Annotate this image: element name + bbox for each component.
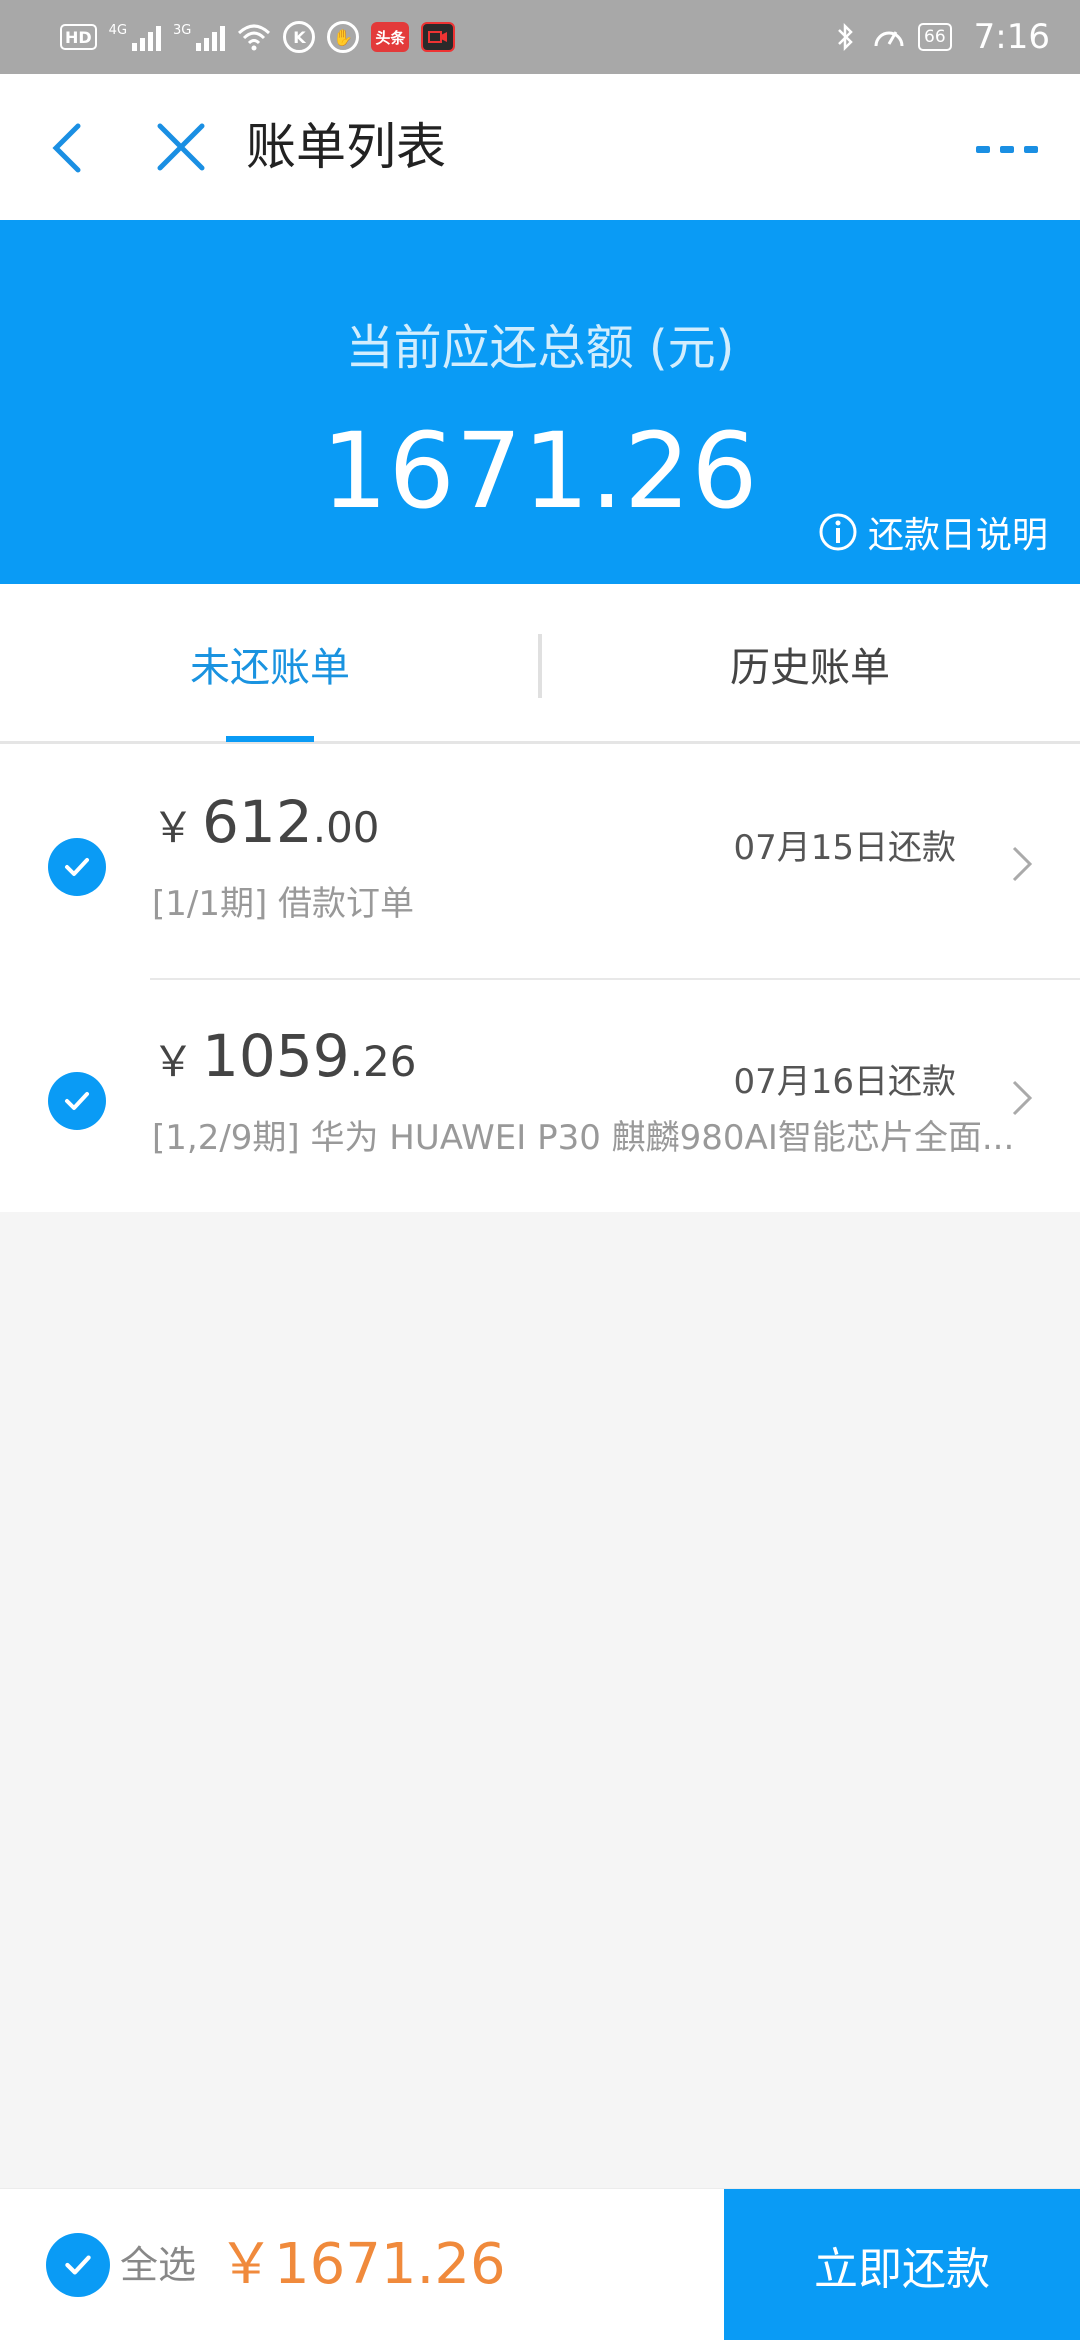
close-icon [157,123,205,171]
check-icon [65,2255,91,2275]
checkbox-checked[interactable] [48,838,106,896]
bill-item[interactable]: ￥ 1059 .26 07月16日还款 [1,2/9期] 华为 HUAWEI P… [0,978,1080,1212]
bill-item[interactable]: ￥ 612 .00 07月15日还款 [1/1期] 借款订单 [0,744,1080,978]
chevron-right-icon [1012,1080,1033,1116]
tab-active-indicator [226,736,314,742]
more-button[interactable] [972,134,1042,164]
tab-unpaid[interactable]: 未还账单 [0,584,540,744]
bill-tabs: 未还账单 历史账单 [0,584,1080,744]
page-title: 账单列表 [246,118,446,176]
bluetooth-icon [830,20,860,54]
bill-description: [1/1期] 借款订单 [152,884,415,924]
summary-banner: 当前应还总额 (元) 1671.26 还款日说明 [0,220,1080,584]
check-icon [65,858,89,876]
speed-gauge-icon [872,20,906,54]
tab-history[interactable]: 历史账单 [540,584,1080,744]
bill-due-date: 07月16日还款 [733,1062,956,1102]
k-app-icon: K [283,21,316,53]
amount-integer: 1059 [202,1022,350,1090]
battery-icon: 66 [918,23,952,51]
footer-bar: 全选 ￥1671.26 立即还款 [0,2188,1080,2340]
chevron-right-icon [1012,846,1033,882]
select-all-label[interactable]: 全选 [120,2237,196,2293]
currency-symbol: ￥ [152,803,195,852]
amount-decimal: .26 [349,1037,417,1086]
toutiao-app-icon: 头条 [371,22,410,52]
back-button[interactable] [40,114,100,180]
select-all-checkbox[interactable] [46,2233,110,2297]
amount-integer: 612 [202,788,313,856]
pay-now-button[interactable]: 立即还款 [724,2189,1080,2340]
check-icon [65,1092,89,1110]
signal-4g-icon: 4G [109,23,162,51]
more-dots-icon [976,146,1038,153]
repay-info-label: 还款日说明 [867,515,1048,556]
checkbox-checked[interactable] [48,1072,106,1130]
bill-amount: ￥ 612 .00 [152,788,380,856]
chevron-left-icon [52,123,81,173]
currency-symbol: ￥ [152,1037,195,1086]
bill-description: [1,2/9期] 华为 HUAWEI P30 麒麟980AI智能芯片全面... [152,1118,1015,1158]
amount-decimal: .00 [312,803,380,852]
bill-list: ￥ 612 .00 07月15日还款 [1/1期] 借款订单 ￥ 1059 .2… [0,744,1080,1212]
hd-icon: HD [60,24,97,50]
bill-amount: ￥ 1059 .26 [152,1022,416,1090]
info-icon [819,513,857,551]
app-header: 账单列表 [0,74,1080,220]
footer-total-amount: ￥1671.26 [218,2232,506,2297]
status-bar: HD 4G 3G K ✋ 头条 66 7:16 [0,0,1080,74]
status-left: HD 4G 3G K ✋ 头条 [60,20,456,54]
summary-label: 当前应还总额 (元) [345,320,735,376]
video-record-icon [421,22,456,52]
wifi-icon [237,20,271,54]
close-button[interactable] [148,114,214,180]
repay-info-link[interactable]: 还款日说明 [818,506,1048,558]
hand-app-icon: ✋ [327,21,360,53]
bill-due-date: 07月15日还款 [733,828,956,868]
status-right: 66 7:16 [830,17,1050,57]
signal-3g-icon: 3G [173,23,226,51]
clock: 7:16 [973,17,1050,57]
